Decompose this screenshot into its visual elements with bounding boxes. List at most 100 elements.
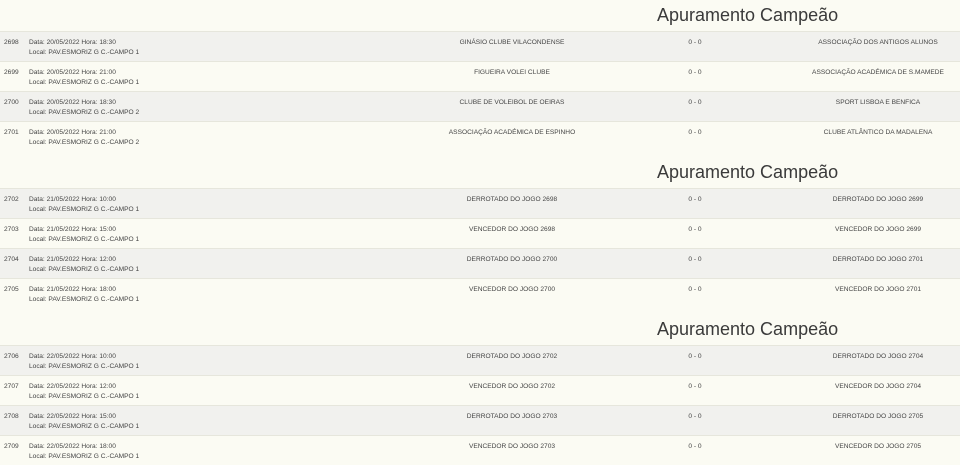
away-team[interactable]: DERROTADO DO JOGO 2705 <box>760 413 960 420</box>
away-team[interactable]: VENCEDOR DO JOGO 2705 <box>760 443 960 450</box>
match-row[interactable]: 2708 Data: 22/05/2022 Hora: 15:00 Local: P… <box>0 405 960 435</box>
away-team[interactable]: CLUBE ATLÂNTICO DA MADALENA <box>760 129 960 136</box>
games-section: Apuramento Campeão 2706 Data: 22/05/2022 H… <box>0 314 960 465</box>
home-team[interactable]: VENCEDOR DO JOGO 2700 <box>392 286 632 293</box>
games-list: Apuramento Campeão 2698 Data: 20/05/2022 H… <box>0 0 960 465</box>
home-team[interactable]: ASSOCIAÇÃO ACADÉMICA DE ESPINHO <box>392 129 632 136</box>
match-score: 0 - 0 <box>688 226 702 233</box>
match-score: 0 - 0 <box>688 353 702 360</box>
match-location: Local: PAV.ESMORIZ G C.-CAMPO 2 <box>29 138 140 146</box>
away-team[interactable]: ASSOCIAÇÃO DOS ANTIGOS ALUNOS <box>760 39 960 46</box>
match-score: 0 - 0 <box>688 383 702 390</box>
match-location: Local: PAV.ESMORIZ G C.-CAMPO 1 <box>29 205 140 213</box>
match-number: 2703 <box>4 226 19 233</box>
match-info: Data: 20/05/2022 Hora: 18:30 Local: PAV.E… <box>29 38 139 57</box>
match-info: Data: 20/05/2022 Hora: 18:30 Local: PAV.E… <box>29 98 139 117</box>
match-location: Local: PAV.ESMORIZ G C.-CAMPO 1 <box>29 78 140 86</box>
match-row[interactable]: 2699 Data: 20/05/2022 Hora: 21:00 Local: P… <box>0 61 960 91</box>
match-info: Data: 21/05/2022 Hora: 18:00 Local: PAV.E… <box>29 285 139 304</box>
match-date: Data: 21/05/2022 Hora: 10:00 <box>29 196 116 203</box>
match-row[interactable]: 2709 Data: 22/05/2022 Hora: 18:00 Local: P… <box>0 435 960 465</box>
home-team[interactable]: VENCEDOR DO JOGO 2703 <box>392 443 632 450</box>
away-team[interactable]: SPORT LISBOA E BENFICA <box>760 99 960 106</box>
match-date: Data: 20/05/2022 Hora: 18:30 <box>29 39 116 46</box>
match-date: Data: 22/05/2022 Hora: 12:00 <box>29 383 116 390</box>
match-location: Local: PAV.ESMORIZ G C.-CAMPO 1 <box>29 452 140 460</box>
match-number: 2700 <box>4 99 19 106</box>
match-score: 0 - 0 <box>688 69 702 76</box>
match-location: Local: PAV.ESMORIZ G C.-CAMPO 1 <box>29 48 140 56</box>
match-score: 0 - 0 <box>688 196 702 203</box>
match-score: 0 - 0 <box>688 443 702 450</box>
match-row[interactable]: 2703 Data: 21/05/2022 Hora: 15:00 Local: P… <box>0 218 960 248</box>
match-number: 2709 <box>4 443 19 450</box>
match-info: Data: 21/05/2022 Hora: 12:00 Local: PAV.E… <box>29 255 139 274</box>
home-team[interactable]: VENCEDOR DO JOGO 2702 <box>392 383 632 390</box>
match-row[interactable]: 2706 Data: 22/05/2022 Hora: 10:00 Local: P… <box>0 345 960 375</box>
match-info: Data: 21/05/2022 Hora: 15:00 Local: PAV.E… <box>29 225 139 244</box>
match-number: 2698 <box>4 39 19 46</box>
match-date: Data: 22/05/2022 Hora: 15:00 <box>29 413 116 420</box>
match-location: Local: PAV.ESMORIZ G C.-CAMPO 1 <box>29 422 140 430</box>
home-team[interactable]: VENCEDOR DO JOGO 2698 <box>392 226 632 233</box>
match-date: Data: 22/05/2022 Hora: 18:00 <box>29 443 116 450</box>
match-date: Data: 21/05/2022 Hora: 18:00 <box>29 286 116 293</box>
away-team[interactable]: VENCEDOR DO JOGO 2701 <box>760 286 960 293</box>
match-row[interactable]: 2701 Data: 20/05/2022 Hora: 21:00 Local: P… <box>0 121 960 151</box>
match-number: 2699 <box>4 69 19 76</box>
match-info: Data: 20/05/2022 Hora: 21:00 Local: PAV.E… <box>29 128 139 147</box>
match-row[interactable]: 2704 Data: 21/05/2022 Hora: 12:00 Local: P… <box>0 248 960 278</box>
match-row[interactable]: 2702 Data: 21/05/2022 Hora: 10:00 Local: P… <box>0 188 960 218</box>
match-score: 0 - 0 <box>688 286 702 293</box>
match-info: Data: 22/05/2022 Hora: 15:00 Local: PAV.E… <box>29 412 139 431</box>
away-team[interactable]: ASSOCIAÇÃO ACADÉMICA DE S.MAMEDE <box>760 69 960 76</box>
match-info: Data: 22/05/2022 Hora: 18:00 Local: PAV.E… <box>29 442 139 461</box>
match-number: 2704 <box>4 256 19 263</box>
match-location: Local: PAV.ESMORIZ G C.-CAMPO 1 <box>29 362 140 370</box>
match-row[interactable]: 2700 Data: 20/05/2022 Hora: 18:30 Local: P… <box>0 91 960 121</box>
home-team[interactable]: FIGUEIRA VOLEI CLUBE <box>392 69 632 76</box>
match-number: 2701 <box>4 129 19 136</box>
section-title: Apuramento Campeão <box>0 0 960 31</box>
match-number: 2702 <box>4 196 19 203</box>
games-section: Apuramento Campeão 2698 Data: 20/05/2022 H… <box>0 0 960 157</box>
match-date: Data: 20/05/2022 Hora: 18:30 <box>29 99 116 106</box>
match-info: Data: 22/05/2022 Hora: 10:00 Local: PAV.E… <box>29 352 139 371</box>
match-info: Data: 20/05/2022 Hora: 21:00 Local: PAV.E… <box>29 68 139 87</box>
match-location: Local: PAV.ESMORIZ G C.-CAMPO 1 <box>29 235 140 243</box>
match-number: 2705 <box>4 286 19 293</box>
home-team[interactable]: DERROTADO DO JOGO 2700 <box>392 256 632 263</box>
match-number: 2706 <box>4 353 19 360</box>
match-date: Data: 20/05/2022 Hora: 21:00 <box>29 69 116 76</box>
match-date: Data: 21/05/2022 Hora: 12:00 <box>29 256 116 263</box>
home-team[interactable]: DERROTADO DO JOGO 2698 <box>392 196 632 203</box>
match-score: 0 - 0 <box>688 129 702 136</box>
away-team[interactable]: VENCEDOR DO JOGO 2704 <box>760 383 960 390</box>
match-score: 0 - 0 <box>688 256 702 263</box>
match-info: Data: 22/05/2022 Hora: 12:00 Local: PAV.E… <box>29 382 139 401</box>
home-team[interactable]: DERROTADO DO JOGO 2703 <box>392 413 632 420</box>
home-team[interactable]: DERROTADO DO JOGO 2702 <box>392 353 632 360</box>
match-date: Data: 20/05/2022 Hora: 21:00 <box>29 129 116 136</box>
home-team[interactable]: CLUBE DE VOLEIBOL DE OEIRAS <box>392 99 632 106</box>
away-team[interactable]: DERROTADO DO JOGO 2704 <box>760 353 960 360</box>
match-row[interactable]: 2705 Data: 21/05/2022 Hora: 18:00 Local: P… <box>0 278 960 308</box>
match-date: Data: 22/05/2022 Hora: 10:00 <box>29 353 116 360</box>
home-team[interactable]: GINÁSIO CLUBE VILACONDENSE <box>392 39 632 46</box>
match-score: 0 - 0 <box>688 413 702 420</box>
match-number: 2708 <box>4 413 19 420</box>
match-location: Local: PAV.ESMORIZ G C.-CAMPO 1 <box>29 295 140 303</box>
games-section: Apuramento Campeão 2702 Data: 21/05/2022 H… <box>0 157 960 314</box>
match-row[interactable]: 2707 Data: 22/05/2022 Hora: 12:00 Local: P… <box>0 375 960 405</box>
match-row[interactable]: 2698 Data: 20/05/2022 Hora: 18:30 Local: P… <box>0 31 960 61</box>
section-title: Apuramento Campeão <box>0 314 960 345</box>
section-title: Apuramento Campeão <box>0 157 960 188</box>
away-team[interactable]: DERROTADO DO JOGO 2701 <box>760 256 960 263</box>
away-team[interactable]: DERROTADO DO JOGO 2699 <box>760 196 960 203</box>
away-team[interactable]: VENCEDOR DO JOGO 2699 <box>760 226 960 233</box>
match-number: 2707 <box>4 383 19 390</box>
match-info: Data: 21/05/2022 Hora: 10:00 Local: PAV.E… <box>29 195 139 214</box>
match-score: 0 - 0 <box>688 99 702 106</box>
match-score: 0 - 0 <box>688 39 702 46</box>
match-location: Local: PAV.ESMORIZ G C.-CAMPO 1 <box>29 265 140 273</box>
